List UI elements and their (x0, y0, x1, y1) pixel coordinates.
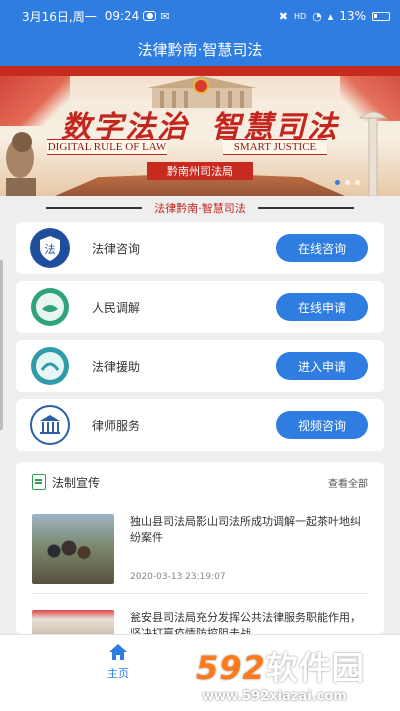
legal-aid-icon (30, 346, 70, 386)
carousel-dot[interactable] (355, 180, 360, 185)
video-consult-button[interactable]: 视频咨询 (276, 411, 368, 439)
national-emblem-icon (193, 78, 209, 94)
news-date: 2020-03-13 23:19:07 (130, 572, 226, 582)
battery-percent: 13% (339, 9, 366, 23)
wifi-icon: ◔ (312, 9, 322, 23)
battery-icon (372, 11, 390, 21)
banner-english-left: DIGITAL RULE OF LAW (47, 139, 167, 155)
list-item[interactable]: 独山县司法局影山司法所成功调解一起茶叶地纠纷案件 2020-03-13 23:1… (16, 514, 384, 584)
carousel-indicator[interactable] (335, 180, 360, 185)
watermark-number: 592 (196, 649, 266, 687)
watermark-brand: 592 软件园 (196, 643, 400, 689)
online-apply-button[interactable]: 在线申请 (276, 293, 368, 321)
news-header: 法制宣传 查看全部 (16, 462, 384, 502)
edge-handle (0, 260, 3, 430)
banner-carousel[interactable]: 数字法治 智慧司法 DIGITAL RULE OF LAW SMART JUSTI… (0, 66, 400, 196)
watermark-url: www.592xiazai.com (202, 689, 347, 704)
handshake-icon (30, 287, 70, 327)
tab-home-label: 主页 (107, 667, 129, 680)
online-consult-button[interactable]: 在线咨询 (276, 234, 368, 262)
divider-line (46, 207, 143, 209)
news-headline: 瓮安县司法局充分发挥公共法律服务职能作用，坚决打赢疫情防控阻击战 (130, 611, 361, 634)
list-item[interactable]: 瓮安县司法局充分发挥公共法律服务职能作用，坚决打赢疫情防控阻击战 (16, 610, 384, 634)
divider-line (32, 593, 368, 594)
network-hd-label: HD (294, 11, 307, 21)
news-thumbnail (32, 610, 114, 634)
carousel-dot[interactable] (345, 180, 350, 185)
service-label: 律师服务 (92, 418, 141, 433)
carousel-dot[interactable] (335, 180, 340, 185)
service-card-mediation[interactable]: 人民调解 在线申请 (16, 281, 384, 333)
service-label: 人民调解 (92, 300, 141, 315)
news-body: 瓮安县司法局充分发挥公共法律服务职能作用，坚决打赢疫情防控阻击战 (130, 610, 368, 634)
courthouse-icon (30, 405, 70, 445)
site-watermark: 592 软件园 www.592xiazai.com (196, 643, 400, 711)
status-time: 09:24 (104, 9, 140, 23)
service-label: 法律援助 (92, 359, 141, 374)
news-thumbnail (32, 514, 114, 584)
law-shield-icon: 法 (30, 228, 70, 268)
section-header: 法律黔南·智慧司法 (0, 198, 400, 218)
watermark-text: 软件园 (265, 649, 365, 687)
news-title: 法制宣传 (52, 475, 101, 490)
wechat-icon: ● (143, 11, 157, 21)
news-body: 独山县司法局影山司法所成功调解一起茶叶地纠纷案件 2020-03-13 23:1… (130, 514, 368, 584)
svg-text:法: 法 (45, 242, 56, 256)
view-all-link[interactable]: 查看全部 (328, 475, 368, 490)
section-title: 法律黔南·智慧司法 (154, 202, 246, 215)
service-card-legal-aid[interactable]: 法律援助 进入申请 (16, 340, 384, 392)
document-icon (32, 474, 46, 490)
home-icon (109, 644, 127, 660)
tab-home[interactable]: 主页 (90, 643, 146, 681)
app-title-bar: 法律黔南·智慧司法 (0, 32, 400, 66)
news-headline: 独山县司法局影山司法所成功调解一起茶叶地纠纷案件 (130, 515, 361, 544)
page-title: 法律黔南·智慧司法 (137, 40, 263, 59)
service-label: 法律咨询 (92, 241, 141, 256)
mute-icon: ✖ (278, 9, 288, 23)
divider-line (257, 207, 354, 209)
status-bar: 3月16日,周一 09:24 ● ✉ ✖ HD ◔ ▴ 13% (0, 0, 400, 32)
notification-icon: ✉ (160, 9, 170, 23)
service-card-legal-consultation[interactable]: 法 法律咨询 在线咨询 (16, 222, 384, 274)
signal-icon: ▴ (327, 9, 334, 23)
service-card-lawyer[interactable]: 律师服务 视频咨询 (16, 399, 384, 451)
status-date: 3月16日,周一 (22, 9, 97, 24)
banner-department: 黔南州司法局 (147, 162, 253, 180)
legal-news-panel: 法制宣传 查看全部 独山县司法局影山司法所成功调解一起茶叶地纠纷案件 2020-… (16, 462, 384, 634)
banner-english-right: SMART JUSTICE (223, 139, 327, 155)
enter-apply-button[interactable]: 进入申请 (276, 352, 368, 380)
